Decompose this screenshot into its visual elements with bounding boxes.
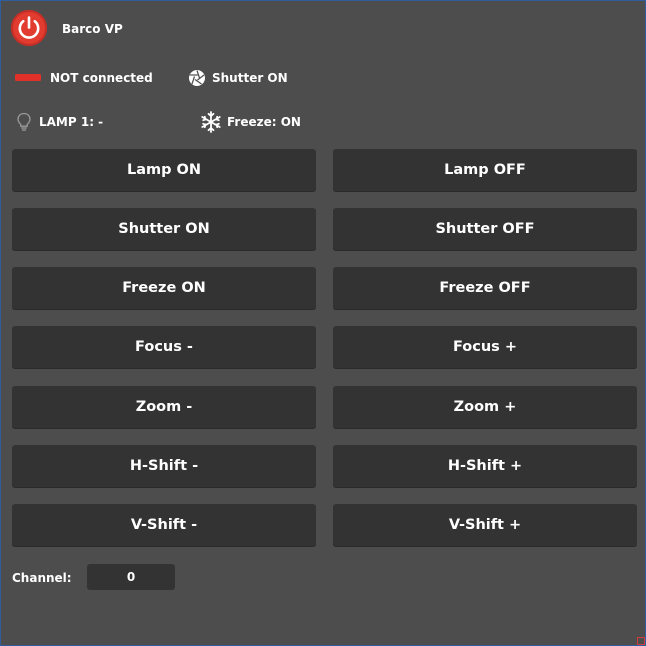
- connection-status-text: NOT connected: [50, 71, 153, 85]
- channel-label: Channel:: [12, 571, 72, 585]
- channel-input[interactable]: 0: [87, 564, 175, 590]
- lamp-on-button[interactable]: Lamp ON: [12, 149, 316, 191]
- freeze-off-button[interactable]: Freeze OFF: [333, 267, 637, 309]
- power-button[interactable]: [11, 10, 47, 46]
- lamp-status-text: LAMP 1: -: [39, 115, 104, 129]
- focus-plus-button[interactable]: Focus +: [333, 326, 637, 368]
- barco-vp-panel: Barco VP NOT connected Shutter ON LAMP 1…: [0, 0, 646, 646]
- zoom-plus-button[interactable]: Zoom +: [333, 386, 637, 428]
- h-shift-plus-button[interactable]: H-Shift +: [333, 445, 637, 487]
- focus-minus-button[interactable]: Focus -: [12, 326, 316, 368]
- zoom-minus-button[interactable]: Zoom -: [12, 386, 316, 428]
- app-title: Barco VP: [62, 22, 123, 36]
- shutter-on-button[interactable]: Shutter ON: [12, 208, 316, 250]
- shutter-icon: [188, 69, 206, 91]
- resize-grip-icon[interactable]: [637, 637, 645, 645]
- shutter-off-button[interactable]: Shutter OFF: [333, 208, 637, 250]
- freeze-on-button[interactable]: Freeze ON: [12, 267, 316, 309]
- lamp-off-button[interactable]: Lamp OFF: [333, 149, 637, 191]
- v-shift-minus-button[interactable]: V-Shift -: [12, 504, 316, 546]
- power-icon: [18, 16, 40, 39]
- h-shift-minus-button[interactable]: H-Shift -: [12, 445, 316, 487]
- shutter-status-text: Shutter ON: [212, 71, 288, 85]
- lamp-icon: [16, 112, 32, 136]
- connection-status-indicator: [15, 74, 41, 81]
- v-shift-plus-button[interactable]: V-Shift +: [333, 504, 637, 546]
- freeze-status-text: Freeze: ON: [227, 115, 301, 129]
- snowflake-icon: [201, 111, 221, 137]
